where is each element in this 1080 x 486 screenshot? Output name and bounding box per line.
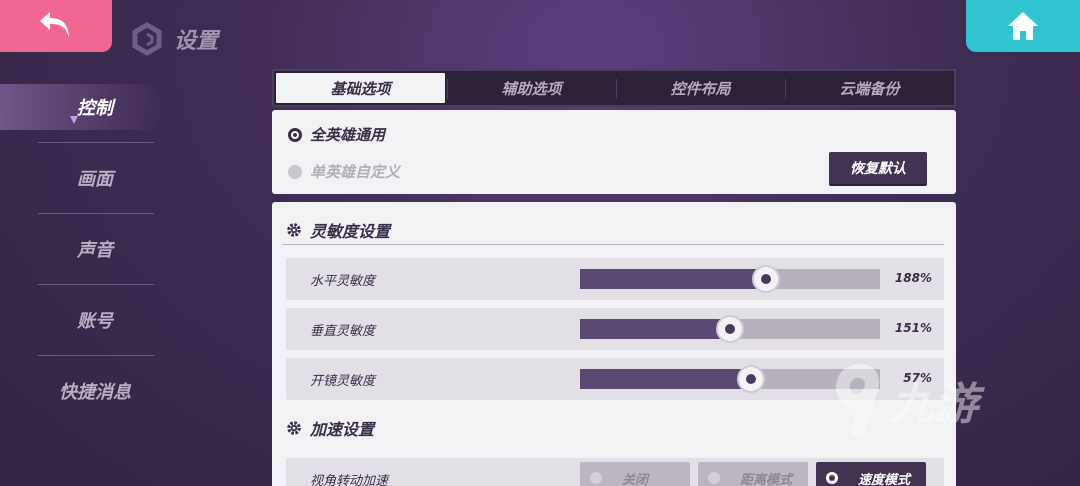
accel-option-off[interactable]: 关闭 [580,462,690,486]
slider-fill [580,369,751,389]
slider-label: 垂直灵敏度 [310,324,376,339]
sidebar-item-sound[interactable]: 声音 [0,214,190,284]
sidebar-item-account[interactable]: 账号 [0,285,190,355]
slider-value: 188% [894,271,932,285]
slider-knob[interactable] [737,365,765,393]
tab-control-layout[interactable]: 控件布局 [616,71,785,105]
slider-fill [580,319,730,339]
accel-row: 视角转动加速 关闭 距离模式 速度模式 [286,458,944,486]
slider-track[interactable] [580,315,880,343]
sidebar-item-label: 声音 [77,240,113,261]
sidebar-item-label: 控制 [77,98,113,119]
radio-single-hero[interactable]: 单英雄自定义 [288,161,400,182]
option-label: 速度模式 [858,472,911,486]
slider-row-vertical: 垂直灵敏度 151% [286,308,944,350]
page-title: 设置 [174,29,219,54]
gear-icon [287,421,301,435]
section-title: 加速设置 [310,420,375,439]
section-header-sensitivity: 灵敏度设置 [286,218,390,242]
slider-value: 151% [894,321,932,335]
active-indicator-icon [70,116,78,124]
radio-label: 单英雄自定义 [310,163,401,181]
slider-label: 开镜灵敏度 [310,374,376,389]
sidebar-item-label: 快捷消息 [59,382,131,403]
radio-label: 全英雄通用 [310,126,386,144]
radio-selected-icon [826,472,838,484]
sidebar-item-label: 账号 [77,311,113,332]
section-header-acceleration: 加速设置 [286,416,374,440]
section-divider [282,244,944,245]
sidebar-item-label: 画面 [77,169,113,190]
settings-logo-icon [132,22,162,56]
back-arrow-icon [40,12,69,38]
slider-label: 水平灵敏度 [310,274,376,289]
tab-assist-options[interactable]: 辅助选项 [447,71,616,105]
radio-selected-icon [288,127,302,142]
watermark-logo-icon [836,364,880,436]
sidebar: 控制 画面 声音 账号 快捷消息 [0,72,190,426]
accel-option-distance[interactable]: 距离模式 [698,462,808,486]
slider-knob[interactable] [752,265,780,293]
accel-option-speed[interactable]: 速度模式 [816,462,926,486]
slider-knob[interactable] [716,315,744,343]
back-button[interactable] [0,0,112,52]
radio-unselected-icon [288,164,302,179]
sidebar-item-display[interactable]: 画面 [0,143,190,213]
radio-all-heroes[interactable]: 全英雄通用 [288,124,385,145]
sidebar-item-quick-messages[interactable]: 快捷消息 [0,356,190,426]
page-header: 设置 [130,22,218,56]
home-icon [1008,12,1038,40]
slider-track[interactable] [580,265,880,293]
home-button[interactable] [966,0,1080,52]
option-label: 距离模式 [740,472,793,486]
option-label: 关闭 [622,472,649,486]
tab-basic-options[interactable]: 基础选项 [276,73,445,103]
radio-unselected-icon [708,472,720,484]
slider-row-horizontal: 水平灵敏度 188% [286,258,944,300]
section-title: 灵敏度设置 [310,222,391,241]
watermark-text: 九游 [890,379,978,430]
settings-tabs: 基础选项 辅助选项 控件布局 云端备份 [272,69,956,107]
radio-unselected-icon [590,472,602,484]
gear-icon [287,223,301,237]
reset-default-button[interactable]: 恢复默认 [829,152,927,184]
slider-fill [580,269,766,289]
mode-panel: 全英雄通用 单英雄自定义 恢复默认 [272,110,956,194]
sidebar-item-control[interactable]: 控制 [0,72,190,142]
accel-label: 视角转动加速 [310,474,389,486]
watermark: 九游 [830,360,978,440]
settings-panel: 灵敏度设置 水平灵敏度 188% 垂直灵敏度 151% 开镜灵敏度 57% 加速… [272,202,956,486]
tab-cloud-backup[interactable]: 云端备份 [785,71,954,105]
